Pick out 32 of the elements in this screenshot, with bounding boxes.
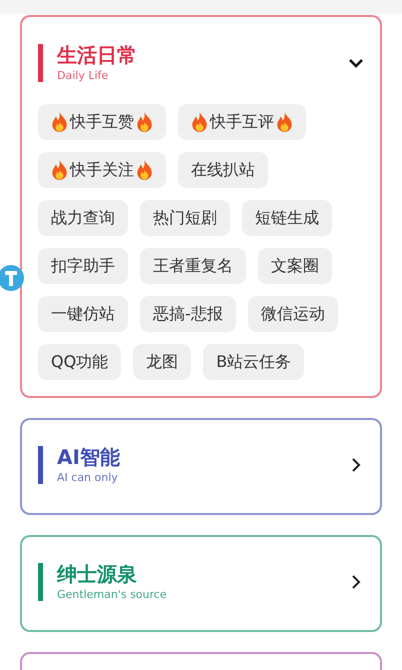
feature-chip[interactable]: 快手互评 [178, 104, 306, 140]
info-icon[interactable] [0, 263, 26, 293]
feature-chip[interactable]: 扣字助手 [38, 248, 128, 284]
feature-chip[interactable]: 文案圈 [258, 248, 332, 284]
fire-icon [51, 112, 68, 132]
feature-chip[interactable]: QQ功能 [38, 344, 122, 380]
fire-icon [136, 160, 153, 180]
category-subtitle: Gentleman's source [57, 587, 168, 602]
category-subtitle: Daily Life [57, 68, 110, 83]
feature-chip[interactable]: 短链生成 [242, 200, 332, 236]
category-card[interactable]: AI智能 AI can only [20, 418, 382, 515]
feature-chip[interactable]: 恶搞-悲报 [140, 296, 236, 332]
feature-chip[interactable]: 在线扒站 [178, 152, 268, 188]
fire-icon [136, 112, 153, 132]
category-title: AI智能 [57, 444, 121, 470]
category-title: 绅士源泉 [57, 561, 138, 587]
feature-chip[interactable]: 快手关注 [38, 152, 166, 188]
fire-icon [276, 112, 293, 132]
category-title: 生活日常 [57, 42, 138, 68]
feature-chip[interactable]: 战力查询 [38, 200, 128, 236]
category-card[interactable]: 生活日常 Daily Life 快手互赞 快手互评 快手关注 在线扒站 战力查询 热门短剧 短链生成 扣字助手 王者重复名 文案圈 一键仿站 恶搞-悲报 微信运动 QQ功能 龙图 B站云任务 [20, 15, 382, 398]
feature-chip[interactable]: 热门短剧 [140, 200, 230, 236]
fire-icon [191, 112, 208, 132]
feature-chip[interactable]: 微信运动 [248, 296, 338, 332]
fire-icon [51, 160, 68, 180]
feature-chip[interactable]: 一键仿站 [38, 296, 128, 332]
feature-chip[interactable]: B站云任务 [203, 344, 304, 380]
category-card[interactable]: 绅士源泉 Gentleman's source [20, 535, 382, 632]
category-subtitle: AI can only [57, 470, 119, 485]
feature-chip[interactable]: 快手互赞 [38, 104, 166, 140]
feature-chip[interactable]: 王者重复名 [140, 248, 246, 284]
feature-chip[interactable]: 龙图 [133, 344, 192, 380]
